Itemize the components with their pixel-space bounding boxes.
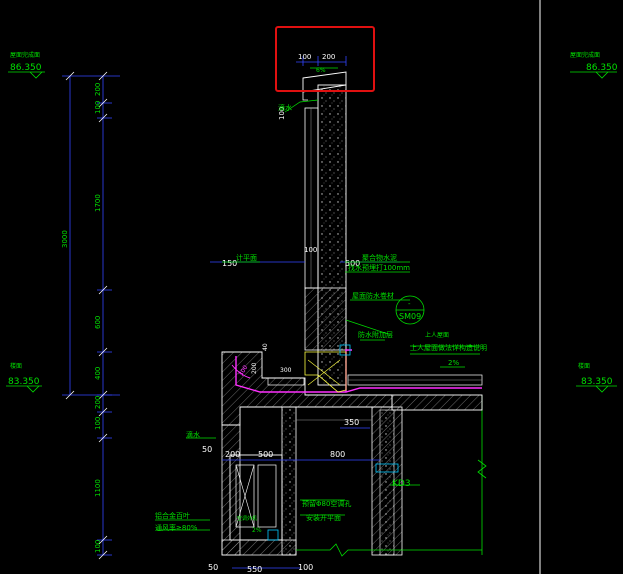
dim-100: 100 [94,101,102,114]
roof-slab [221,344,483,426]
dim-50-b: 50 [208,563,218,572]
elev-value: 86.350 [586,63,618,73]
dim-400: 400 [94,367,102,380]
dim-3000: 3000 [61,230,69,248]
note-flash-a: 聚合物水泥 [362,253,397,262]
dim-200b: 200 [94,396,102,409]
elev-label: 楼面 [10,362,22,370]
dim-600: 600 [94,316,102,329]
cad-drawing: 屋面完成面 86.350 楼面 83.350 屋面完成面 86.350 楼面 8… [6,0,618,574]
dim-200-step: 200 [251,362,258,374]
lower-structure [221,406,487,557]
note-drip: 滴水 [186,430,200,439]
label-kd3: KD3 [392,479,411,489]
slope-box: 2% [252,527,262,534]
dim-top-200: 200 [322,53,335,61]
parapet-wall [296,56,347,386]
ref-code: SM09 [399,312,421,321]
slope-cap: 6% [316,67,326,74]
dim-50: 50 [202,445,212,454]
dim-200: 200 [94,83,102,96]
note-grille-b: 通风率≥80% [155,523,198,532]
dim-800: 800 [330,450,345,459]
vertical-dimension-chain [62,71,120,560]
elev-value: 83.350 [581,377,613,387]
note-grille-a: 铝合金百叶 [155,511,190,520]
dim-100-bot: 100 [298,563,313,572]
note-cant: 防水附加层 [358,330,393,339]
elevation-marker-right-top: 屋面完成面 86.350 [570,51,618,79]
note-up-b: 上人屋面做法详构造说明 [410,343,487,352]
note-vent-b: 安装开平面 [306,513,341,522]
note-flash-b: 找水预埋打100mm [348,263,410,272]
note-up-a: 上人屋面 [425,331,449,339]
dim-100b: 100 [94,417,102,430]
vertical-dimension-labels: 3000 200 100 1700 600 400 200 100 1100 1… [61,83,102,553]
elev-value: 83.350 [8,377,40,387]
dim-1100: 1100 [94,479,102,497]
dim-300-b: 300 [280,367,292,374]
dim-40: 40 [262,343,269,351]
note-membrane: 屋面防水卷材 [352,291,394,300]
elevation-marker-left-top: 屋面完成面 86.350 [8,51,45,79]
dim-550: 550 [247,565,262,574]
elev-label: 屋面完成面 [570,51,600,59]
note-cap: 滴水 [278,103,292,112]
dim-200-b: 200 [225,450,240,459]
dim-top-100: 100 [298,53,311,61]
elevation-marker-left-mid: 楼面 83.350 [6,362,42,393]
slope-roof: 2% [448,359,459,367]
dim-1700: 1700 [94,194,102,212]
dim-100-parapet: 100 [304,246,317,254]
dim-350: 350 [344,418,359,427]
note-ac: 空调外机 [237,515,257,522]
frame-lines [481,0,541,574]
elev-label: 楼面 [578,362,590,370]
dim-100c: 100 [94,540,102,553]
elev-value: 86.350 [10,63,42,73]
note-drop: 计平面 [236,253,257,262]
elev-label: 屋面完成面 [10,51,40,59]
top-dimension-labels: 100 200 6% [298,53,335,74]
dim-500-b: 500 [258,450,273,459]
elevation-marker-right-mid: 楼面 83.350 [576,362,617,393]
note-vent-a: 预留Φ80空调孔 [302,499,351,508]
ref-num: - [408,300,411,308]
dim-150: 150 [222,259,237,268]
